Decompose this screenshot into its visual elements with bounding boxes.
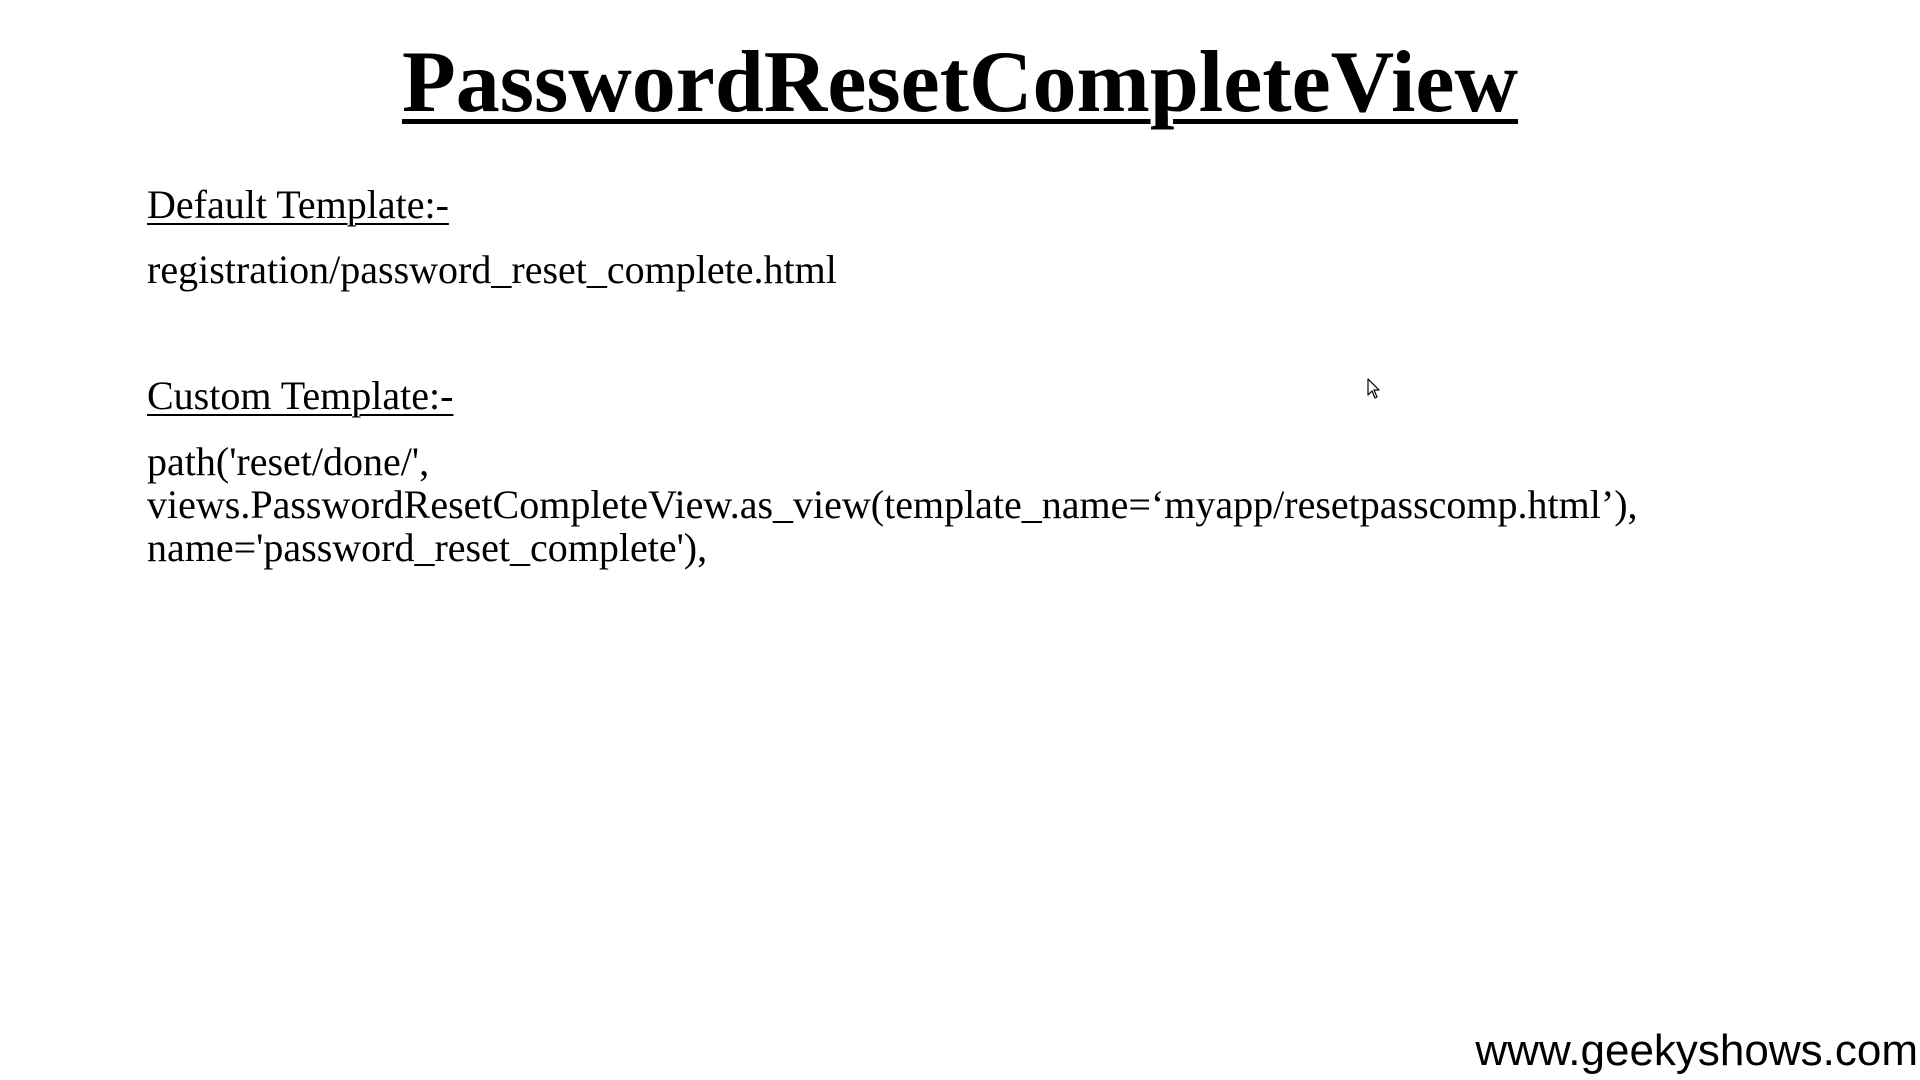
mouse-pointer-icon bbox=[1367, 378, 1380, 399]
code-line-path: path('reset/done/', bbox=[147, 439, 430, 484]
custom-template-heading: Custom Template:- bbox=[147, 373, 454, 418]
code-line-view: views.PasswordResetCompleteView.as_view(… bbox=[147, 482, 1638, 527]
slide: PasswordResetCompleteView Default Templa… bbox=[0, 0, 1920, 1080]
default-template-heading: Default Template:- bbox=[147, 182, 449, 227]
custom-template-code: path('reset/done/', views.PasswordResetC… bbox=[147, 440, 1638, 569]
slide-title: PasswordResetCompleteView bbox=[401, 34, 1519, 131]
website-watermark: www.geekyshows.com bbox=[1475, 1026, 1918, 1075]
code-line-name: name='password_reset_complete'), bbox=[147, 525, 708, 570]
default-template-path: registration/password_reset_complete.htm… bbox=[147, 247, 837, 292]
